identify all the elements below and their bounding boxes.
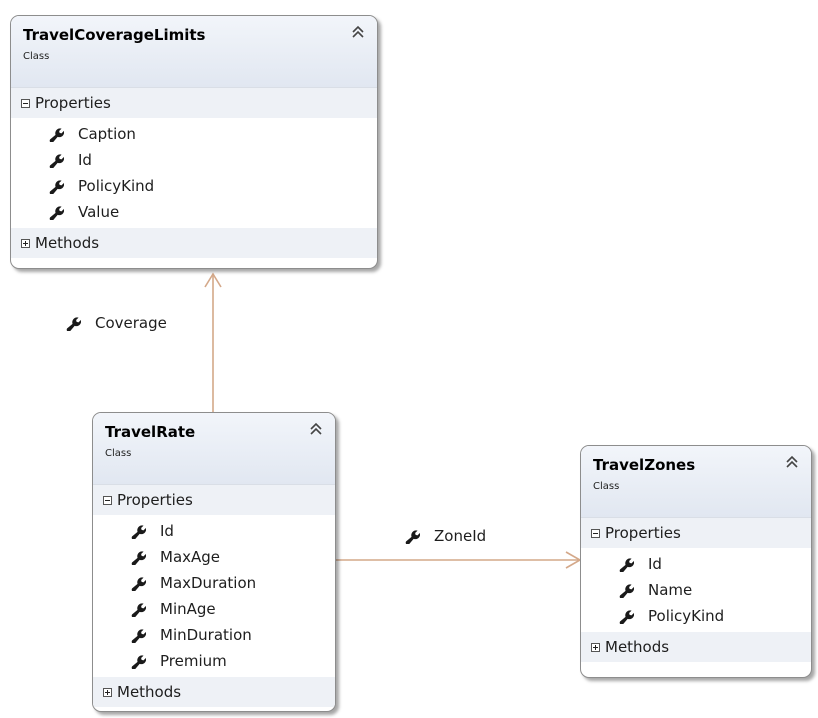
- wrench-icon: [66, 316, 81, 331]
- properties-section-header[interactable]: Properties: [581, 518, 811, 548]
- wrench-icon: [131, 628, 146, 643]
- wrench-icon: [131, 576, 146, 591]
- methods-label: Methods: [605, 638, 670, 656]
- property-item[interactable]: PolicyKind: [11, 173, 377, 199]
- property-name: Id: [160, 522, 174, 540]
- class-name: TravelZones: [593, 456, 696, 474]
- minus-box-icon[interactable]: [21, 98, 30, 108]
- property-name: Caption: [78, 125, 136, 143]
- property-item[interactable]: Id: [581, 551, 811, 577]
- zone-association-label[interactable]: ZoneId: [405, 527, 486, 545]
- wrench-icon: [49, 153, 64, 168]
- property-item[interactable]: PolicyKind: [581, 603, 811, 629]
- property-item[interactable]: Premium: [93, 648, 335, 674]
- class-stereotype: Class: [593, 481, 620, 492]
- properties-list: Id MaxAge MaxDuration MinAge MinDuration…: [93, 515, 335, 677]
- wrench-icon: [619, 609, 634, 624]
- class-name: TravelCoverageLimits: [23, 26, 206, 44]
- property-name: Premium: [160, 652, 227, 670]
- wrench-icon: [131, 550, 146, 565]
- methods-label: Methods: [35, 234, 100, 252]
- wrench-icon: [49, 127, 64, 142]
- double-chevron-up-icon[interactable]: [785, 454, 799, 470]
- double-chevron-up-icon[interactable]: [351, 24, 365, 40]
- properties-label: Properties: [117, 491, 193, 509]
- wrench-icon: [405, 529, 420, 544]
- property-name: Name: [648, 581, 693, 599]
- property-item[interactable]: Caption: [11, 121, 377, 147]
- plus-box-icon[interactable]: [103, 687, 112, 697]
- class-stereotype: Class: [105, 448, 132, 459]
- property-name: Id: [648, 555, 662, 573]
- properties-label: Properties: [35, 94, 111, 112]
- property-item[interactable]: MaxAge: [93, 544, 335, 570]
- property-item[interactable]: Id: [93, 518, 335, 544]
- property-item[interactable]: MinAge: [93, 596, 335, 622]
- methods-section-header[interactable]: Methods: [93, 677, 335, 707]
- methods-section-header[interactable]: Methods: [581, 632, 811, 662]
- property-item[interactable]: Id: [11, 147, 377, 173]
- properties-section-header[interactable]: Properties: [93, 485, 335, 515]
- wrench-icon: [131, 602, 146, 617]
- property-name: Value: [78, 203, 120, 221]
- property-name: MaxAge: [160, 548, 221, 566]
- minus-box-icon[interactable]: [103, 495, 112, 505]
- methods-section-header[interactable]: Methods: [11, 228, 377, 258]
- class-header: TravelRate Class: [93, 413, 335, 485]
- wrench-icon: [49, 179, 64, 194]
- properties-label: Properties: [605, 524, 681, 542]
- double-chevron-up-icon[interactable]: [309, 421, 323, 437]
- properties-list: Caption Id PolicyKind Value: [11, 118, 377, 228]
- properties-list: Id Name PolicyKind: [581, 548, 811, 632]
- wrench-icon: [619, 557, 634, 572]
- class-header: TravelZones Class: [581, 446, 811, 518]
- class-travel-zones[interactable]: TravelZones Class Properties Id Name Pol…: [580, 445, 812, 678]
- property-item[interactable]: MinDuration: [93, 622, 335, 648]
- property-name: Id: [78, 151, 92, 169]
- methods-label: Methods: [117, 683, 182, 701]
- class-stereotype: Class: [23, 51, 50, 62]
- class-travel-coverage-limits[interactable]: TravelCoverageLimits Class Properties Ca…: [10, 15, 378, 269]
- property-item[interactable]: Name: [581, 577, 811, 603]
- wrench-icon: [131, 524, 146, 539]
- property-item[interactable]: Value: [11, 199, 377, 225]
- property-name: MinAge: [160, 600, 216, 618]
- property-name: MaxDuration: [160, 574, 257, 592]
- property-name: PolicyKind: [78, 177, 155, 195]
- wrench-icon: [131, 654, 146, 669]
- coverage-association-text: Coverage: [95, 314, 167, 332]
- properties-section-header[interactable]: Properties: [11, 88, 377, 118]
- class-travel-rate[interactable]: TravelRate Class Properties Id MaxAge Ma…: [92, 412, 336, 712]
- zone-association-text: ZoneId: [434, 527, 487, 545]
- class-header: TravelCoverageLimits Class: [11, 16, 377, 88]
- wrench-icon: [49, 205, 64, 220]
- plus-box-icon[interactable]: [21, 238, 30, 248]
- plus-box-icon[interactable]: [591, 642, 600, 652]
- property-name: PolicyKind: [648, 607, 725, 625]
- minus-box-icon[interactable]: [591, 528, 600, 538]
- property-item[interactable]: MaxDuration: [93, 570, 335, 596]
- class-name: TravelRate: [105, 423, 196, 441]
- wrench-icon: [619, 583, 634, 598]
- property-name: MinDuration: [160, 626, 252, 644]
- coverage-association-label[interactable]: Coverage: [66, 314, 167, 332]
